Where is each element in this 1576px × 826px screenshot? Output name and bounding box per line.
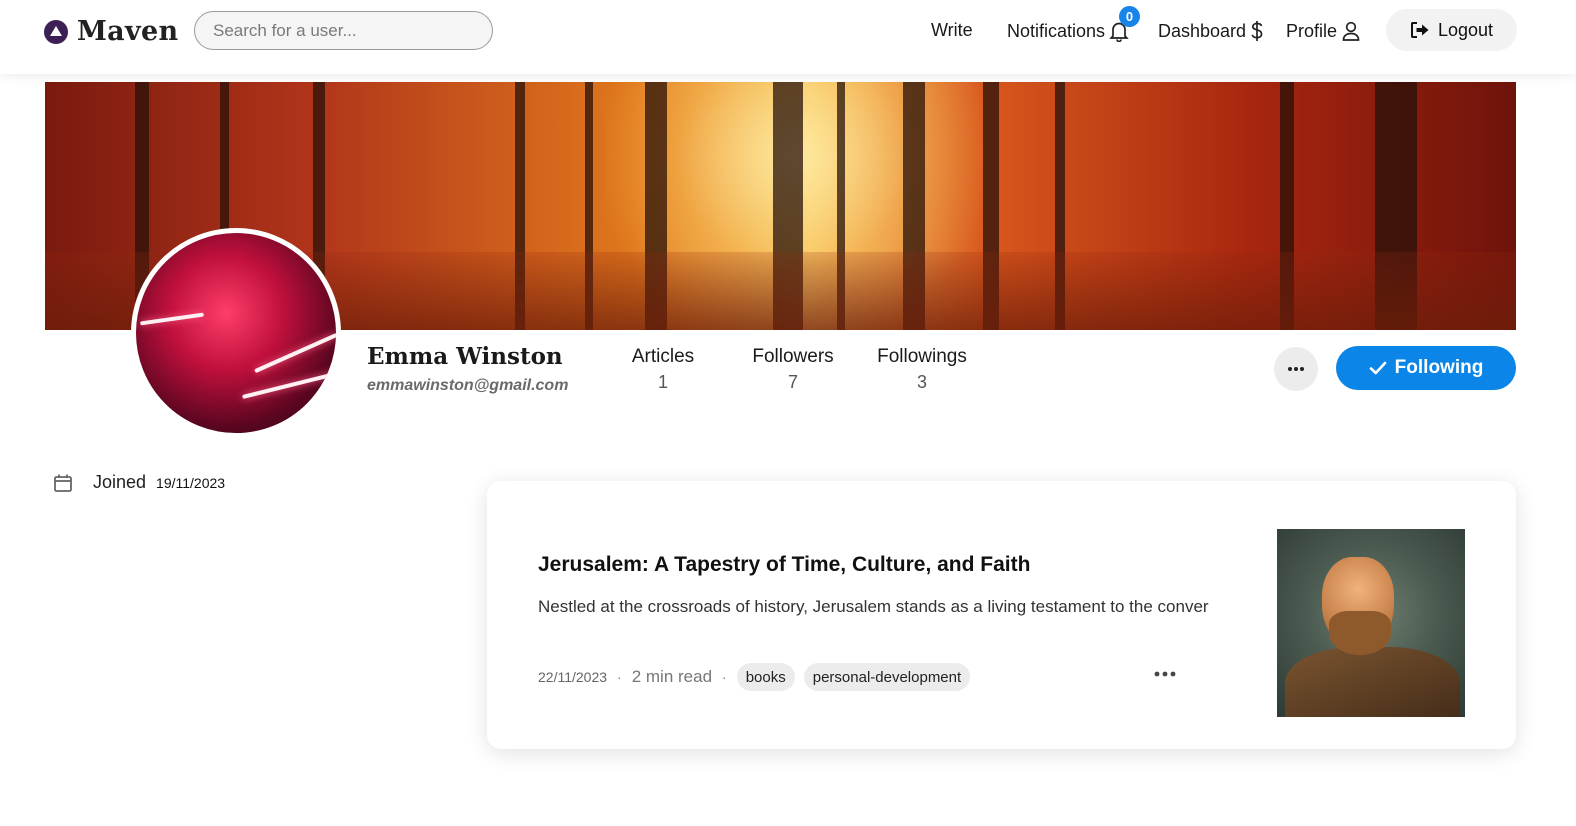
joined-info: Joined 19/11/2023 <box>53 472 225 493</box>
tag-chip[interactable]: personal-development <box>803 663 971 691</box>
nav-profile-link[interactable]: Profile <box>1286 20 1361 42</box>
nav-notifications-link[interactable]: Notifications 0 <box>1007 6 1140 42</box>
following-label: Following <box>1394 357 1484 378</box>
article-excerpt: Nestled at the crossroads of history, Je… <box>538 597 1209 616</box>
stat-label: Articles <box>631 346 695 367</box>
logout-button[interactable]: Logout <box>1386 9 1517 51</box>
joined-label: Joined <box>93 472 147 492</box>
nav-notifications-label: Notifications <box>1007 20 1106 41</box>
ellipsis-icon <box>1154 671 1176 677</box>
logout-label: Logout <box>1437 19 1494 40</box>
tag-chip[interactable]: books <box>736 663 795 691</box>
following-button[interactable]: Following <box>1336 346 1516 390</box>
stat-label: Followers <box>752 346 834 367</box>
article-meta: 22/11/2023 · 2 min read · books personal… <box>538 663 979 691</box>
nav-profile-label: Profile <box>1286 20 1338 41</box>
navbar: Maven Write Notifications 0 Dashboard Pr… <box>0 0 1576 74</box>
nav-write-label: Write <box>931 20 973 40</box>
article-thumbnail[interactable] <box>1277 529 1465 717</box>
avatar-light-streak <box>242 370 336 400</box>
logout-icon <box>1410 22 1429 38</box>
stat-value: 7 <box>787 372 798 392</box>
ellipsis-icon <box>1288 367 1304 371</box>
stat-value: 3 <box>916 372 927 392</box>
avatar <box>131 228 341 438</box>
check-icon <box>1369 361 1386 375</box>
search-input[interactable] <box>194 11 493 50</box>
stat-label: Followings <box>877 346 967 367</box>
article-more-button[interactable] <box>1151 664 1179 684</box>
dollar-icon <box>1251 21 1263 41</box>
stat-articles[interactable]: Articles 1 <box>624 346 702 393</box>
calendar-icon <box>54 474 72 492</box>
nav-dashboard-link[interactable]: Dashboard <box>1158 20 1264 42</box>
stat-followers[interactable]: Followers 7 <box>746 346 840 393</box>
nav-dashboard-label: Dashboard <box>1158 20 1247 41</box>
user-icon <box>1342 21 1360 41</box>
profile-email: emmawinston@gmail.com <box>367 377 569 394</box>
stat-followings[interactable]: Followings 3 <box>872 346 972 393</box>
nav-write-link[interactable]: Write <box>931 20 973 41</box>
joined-date: 19/11/2023 <box>156 474 226 491</box>
profile-name: Emma Winston <box>367 343 563 370</box>
brand-link[interactable]: Maven <box>44 16 178 47</box>
notification-count-badge: 0 <box>1119 6 1140 27</box>
profile-more-button[interactable] <box>1274 347 1318 391</box>
thumbnail-beard <box>1329 611 1391 655</box>
article-card[interactable]: Jerusalem: A Tapestry of Time, Culture, … <box>487 481 1516 749</box>
stat-value: 1 <box>657 372 668 392</box>
thumbnail-coat <box>1285 647 1460 717</box>
brand-logo-icon <box>44 19 68 44</box>
article-title[interactable]: Jerusalem: A Tapestry of Time, Culture, … <box>538 553 1030 577</box>
article-date: 22/11/2023 <box>538 669 608 685</box>
avatar-light-streak <box>254 332 336 374</box>
meta-separator: · <box>722 669 727 685</box>
article-read-time: 2 min read <box>631 667 713 686</box>
brand-name: Maven <box>77 16 179 47</box>
meta-separator: · <box>617 669 622 685</box>
avatar-light-streak <box>140 312 204 326</box>
